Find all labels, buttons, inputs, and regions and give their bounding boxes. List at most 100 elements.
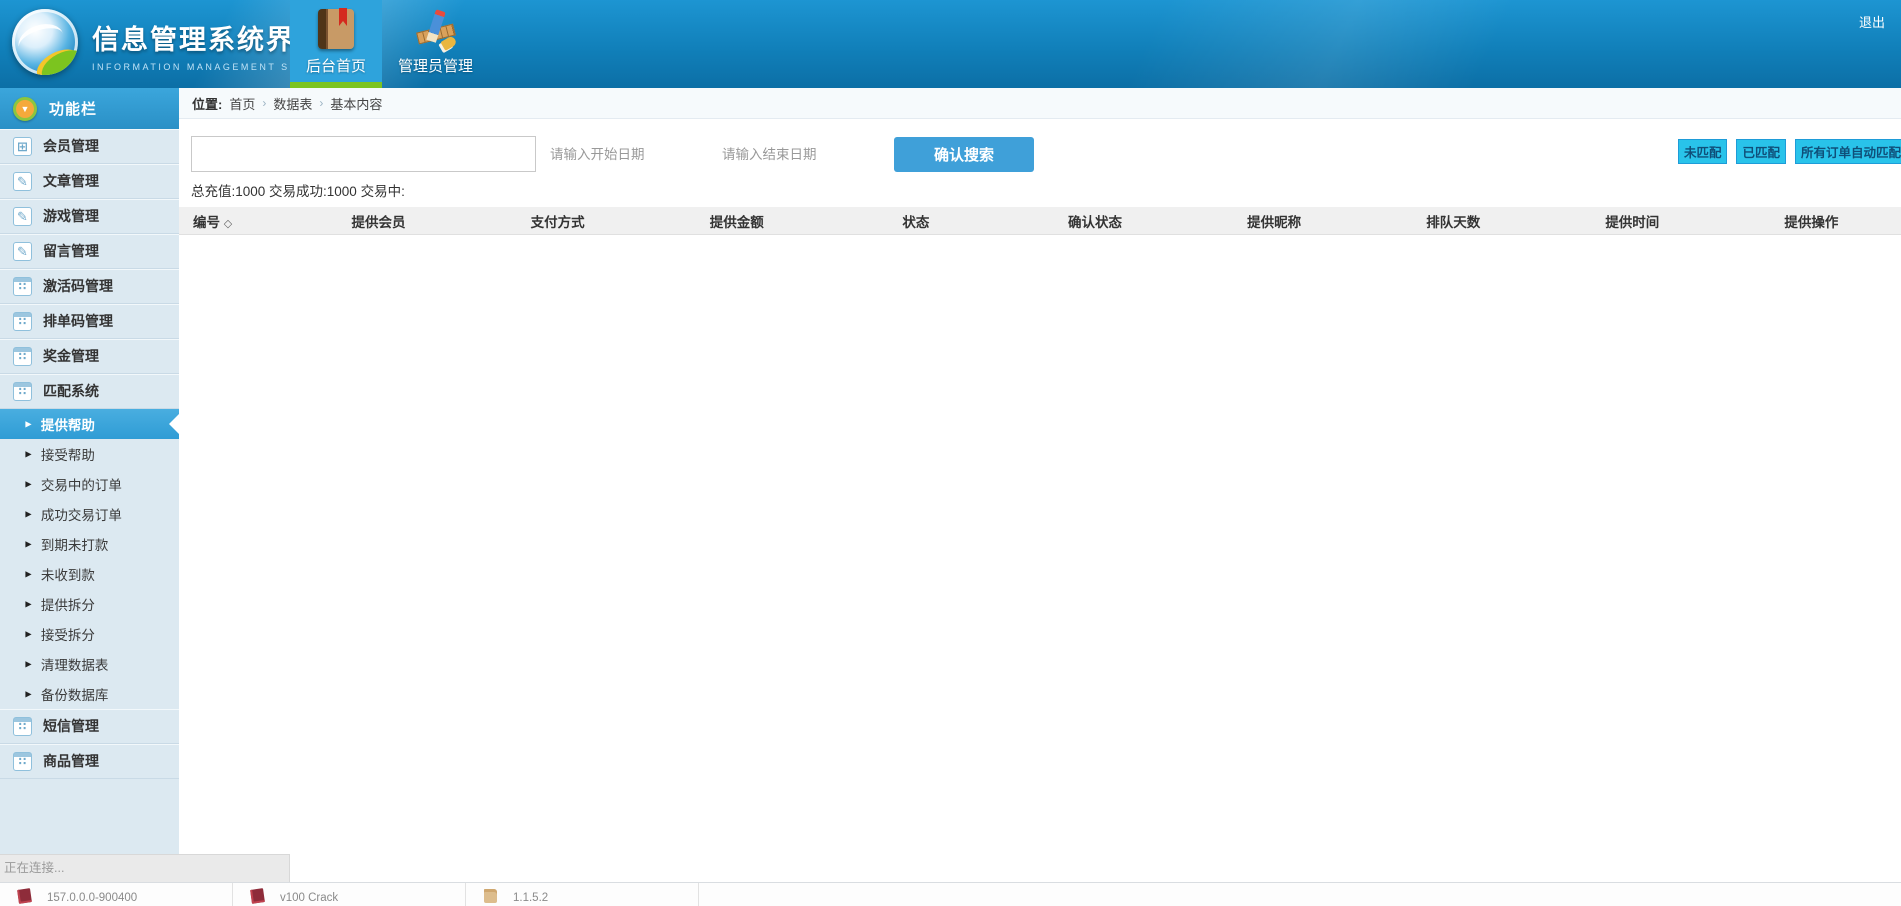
breadcrumb-home[interactable]: 首页 — [229, 94, 255, 113]
submenu-item-backup-database[interactable]: ▶ 备份数据库 — [0, 679, 179, 709]
sidebar-item-queue-codes[interactable]: 排单码管理 — [0, 304, 179, 339]
submenu-item-label: 交易中的订单 — [41, 474, 122, 494]
filter-auto-match-all-button[interactable]: 所有订单自动匹配 — [1795, 139, 1901, 164]
submenu-item-clean-tables[interactable]: ▶ 清理数据表 — [0, 649, 179, 679]
column-header-id[interactable]: 编号 ◇ — [179, 211, 289, 231]
sidebar-item-label: 匹配系统 — [43, 381, 99, 401]
sidebar-header-label: 功能栏 — [49, 98, 97, 119]
calendar-icon — [13, 752, 32, 771]
browser-download-bar: 157.0.0.0-900400 v100 Crack 1.1.5.2 — [0, 882, 1901, 906]
sidebar-item-bonus[interactable]: 奖金管理 — [0, 339, 179, 374]
sidebar-item-label: 游戏管理 — [43, 206, 99, 226]
submenu-item-label: 提供帮助 — [41, 414, 95, 434]
grid-icon — [13, 137, 32, 156]
tab-admin-management[interactable]: 管理员管理 — [382, 0, 489, 88]
search-keyword-input[interactable] — [191, 136, 536, 172]
download-item[interactable]: v100 Crack — [233, 883, 466, 906]
admin-tools-icon — [415, 8, 457, 50]
app-header: 信息管理系统界面 INFORMATION MANAGEMENT SYSTEM G… — [0, 0, 1901, 88]
confirm-search-button[interactable]: 确认搜索 — [894, 137, 1034, 172]
connection-status-bar: 正在连接... — [0, 854, 290, 882]
folder-icon — [484, 889, 497, 903]
filter-button-group: 未匹配 已匹配 所有订单自动匹配 — [1678, 139, 1901, 164]
calendar-icon — [13, 382, 32, 401]
column-header-provide-time: 提供时间 — [1543, 211, 1722, 231]
app-logo-icon — [12, 9, 78, 75]
sidebar-item-products[interactable]: 商品管理 — [0, 744, 179, 779]
download-item-label: v100 Crack — [280, 889, 338, 904]
breadcrumb-prefix: 位置: — [192, 94, 222, 113]
sidebar-item-matching-system[interactable]: 匹配系统 — [0, 374, 179, 409]
sidebar-item-label: 文章管理 — [43, 171, 99, 191]
sidebar-item-sms[interactable]: 短信管理 — [0, 709, 179, 744]
edit-icon — [13, 207, 32, 226]
submenu-item-overdue-unpaid[interactable]: ▶ 到期未打款 — [0, 529, 179, 559]
column-header-confirm-status: 确认状态 — [1005, 211, 1184, 231]
column-header-payment-method: 支付方式 — [468, 211, 647, 231]
sidebar-item-articles[interactable]: 文章管理 — [0, 164, 179, 199]
submenu-item-provide-split[interactable]: ▶ 提供拆分 — [0, 589, 179, 619]
sidebar-item-label: 短信管理 — [43, 716, 99, 736]
breadcrumb-separator: › — [262, 96, 266, 110]
stats-summary: 总充值:1000 交易成功:1000 交易中: — [179, 174, 1901, 207]
submenu-item-receive-split[interactable]: ▶ 接受拆分 — [0, 619, 179, 649]
submenu-item-label: 未收到款 — [41, 564, 95, 584]
start-date-input[interactable] — [550, 137, 680, 171]
end-date-input[interactable] — [722, 137, 852, 171]
sidebar-item-members[interactable]: 会员管理 — [0, 129, 179, 164]
breadcrumb-separator: › — [319, 96, 323, 110]
column-header-provide-amount: 提供金额 — [647, 211, 826, 231]
submenu-item-label: 成功交易订单 — [41, 504, 122, 524]
submenu-item-successful-orders[interactable]: ▶ 成功交易订单 — [0, 499, 179, 529]
sidebar-item-games[interactable]: 游戏管理 — [0, 199, 179, 234]
filter-matched-button[interactable]: 已匹配 — [1736, 139, 1786, 164]
breadcrumb-current: 基本内容 — [330, 94, 382, 113]
download-item[interactable]: 1.1.5.2 — [466, 883, 699, 906]
submenu-item-provide-help[interactable]: ▶ 提供帮助 — [0, 409, 179, 439]
tab-backend-home[interactable]: 后台首页 — [290, 0, 382, 88]
book-icon — [315, 8, 357, 50]
breadcrumb-datatable[interactable]: 数据表 — [273, 94, 312, 113]
breadcrumb: 位置: 首页 › 数据表 › 基本内容 — [179, 88, 1901, 119]
sidebar-item-activation-codes[interactable]: 激活码管理 — [0, 269, 179, 304]
download-item[interactable]: 157.0.0.0-900400 — [0, 883, 233, 906]
file-icon — [250, 888, 265, 904]
triangle-right-icon: ▶ — [25, 599, 31, 609]
column-header-provider-member: 提供会员 — [289, 211, 468, 231]
calendar-icon — [13, 277, 32, 296]
sort-icon[interactable]: ◇ — [224, 218, 232, 230]
submenu-item-label: 接受拆分 — [41, 624, 95, 644]
sidebar-item-messages[interactable]: 留言管理 — [0, 234, 179, 269]
submenu-item-orders-in-trade[interactable]: ▶ 交易中的订单 — [0, 469, 179, 499]
edit-icon — [13, 242, 32, 261]
column-header-provide-action: 提供操作 — [1722, 211, 1901, 231]
submenu-item-label: 接受帮助 — [41, 444, 95, 464]
header-tabs: 后台首页 管理员管理 — [290, 0, 489, 88]
sidebar-item-label: 商品管理 — [43, 751, 99, 771]
triangle-right-icon: ▶ — [25, 539, 31, 549]
submenu-item-payment-not-received[interactable]: ▶ 未收到款 — [0, 559, 179, 589]
column-header-provider-nickname: 提供昵称 — [1185, 211, 1364, 231]
triangle-right-icon: ▶ — [25, 659, 31, 669]
triangle-right-icon: ▶ — [25, 479, 31, 489]
calendar-icon — [13, 312, 32, 331]
sidebar-item-label: 激活码管理 — [43, 276, 113, 296]
sidebar-item-label: 留言管理 — [43, 241, 99, 261]
submenu-item-label: 提供拆分 — [41, 594, 95, 614]
filter-unmatched-button[interactable]: 未匹配 — [1678, 139, 1728, 164]
file-icon — [17, 888, 32, 904]
matching-system-submenu: ▶ 提供帮助 ▶ 接受帮助 ▶ 交易中的订单 ▶ 成功交易订单 ▶ 到期未打款 … — [0, 409, 179, 709]
main-content: 位置: 首页 › 数据表 › 基本内容 确认搜索 未匹配 已匹配 所有订单自动匹… — [179, 88, 1901, 882]
column-header-queue-days: 排队天数 — [1364, 211, 1543, 231]
logout-button[interactable]: 退出 — [1859, 12, 1885, 31]
submenu-item-receive-help[interactable]: ▶ 接受帮助 — [0, 439, 179, 469]
sidebar-header: ▼ 功能栏 — [0, 88, 179, 129]
calendar-icon — [13, 717, 32, 736]
download-item-label: 1.1.5.2 — [513, 889, 548, 904]
triangle-right-icon: ▶ — [25, 569, 31, 579]
submenu-item-label: 清理数据表 — [41, 654, 109, 674]
triangle-right-icon: ▶ — [25, 419, 31, 429]
triangle-right-icon: ▶ — [25, 689, 31, 699]
tab-label: 后台首页 — [306, 55, 366, 76]
column-header-status: 状态 — [826, 211, 1005, 231]
